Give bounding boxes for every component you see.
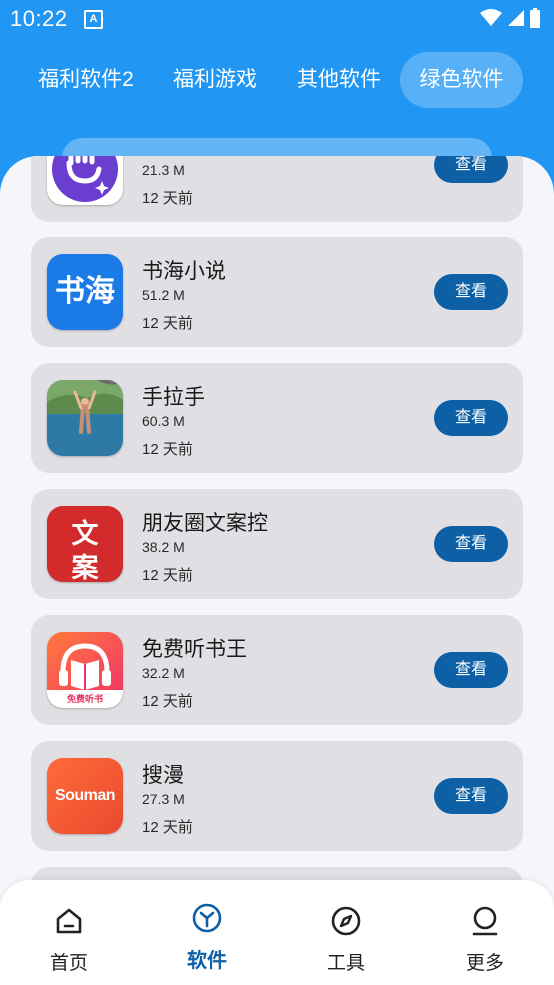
nav-software-label: 软件 [187, 950, 227, 972]
app-updated-time: 12 天前 [142, 441, 193, 458]
bottom-nav: 首页 软件 工具 更多 [0, 880, 554, 985]
app-list: 21.3 M 12 天前 查看 书海 书海小说 51.2 M 12 天前 查看 [0, 156, 554, 985]
app-name: 书海小说 [142, 260, 226, 283]
app-updated-time: 12 天前 [142, 819, 193, 836]
shuhai-icon: 书海 [47, 254, 123, 330]
home-icon [56, 908, 82, 934]
tab-green-software[interactable]: 绿色软件 [400, 52, 523, 108]
nav-home[interactable]: 首页 [0, 880, 138, 985]
souman-icon-text: Souman [54, 787, 116, 804]
nav-home-label: 首页 [49, 953, 88, 974]
nav-more-label: 更多 [465, 953, 504, 974]
view-button[interactable]: 查看 [434, 526, 508, 562]
tab-fuli-software-2[interactable]: 福利软件2 [24, 52, 148, 108]
app-updated-time: 12 天前 [142, 190, 193, 207]
compass-icon [331, 906, 361, 936]
cube-icon [192, 903, 222, 933]
category-tabs: 福利软件2 福利游戏 其他软件 绿色软件 [0, 52, 554, 108]
app-name: 搜漫 [142, 764, 184, 787]
app-size: 38.2 M [142, 539, 185, 555]
app-card[interactable]: 手拉手 60.3 M 12 天前 查看 [31, 363, 523, 473]
view-button[interactable]: 查看 [434, 156, 508, 183]
app-updated-time: 12 天前 [142, 693, 193, 710]
wenan-icon-text-2: 案 [71, 553, 99, 582]
tab-fuli-games[interactable]: 福利游戏 [158, 52, 272, 108]
wenan-icon: 文 案 [47, 506, 123, 582]
status-time: 10:22 [10, 6, 68, 31]
app-name: 免费听书王 [142, 638, 247, 661]
battery-icon [530, 8, 540, 28]
headphone-book-icon-text: 免费听书 [66, 694, 103, 704]
hand-sparkle-icon [47, 156, 123, 205]
app-card[interactable]: 书海 书海小说 51.2 M 12 天前 查看 [31, 237, 523, 347]
wifi-icon [480, 9, 502, 26]
notification-a-icon: A [84, 10, 103, 29]
nav-software[interactable]: 软件 [138, 880, 276, 985]
app-card[interactable]: 文 案 朋友圈文案控 38.2 M 12 天前 查看 [31, 489, 523, 599]
photo-person-icon [47, 380, 123, 456]
app-card[interactable]: 21.3 M 12 天前 查看 [31, 156, 523, 222]
souman-icon: Souman [47, 758, 123, 834]
app-card[interactable]: 免费听书 免费听书王 32.2 M 12 天前 查看 [31, 615, 523, 725]
shuhai-icon-text: 书海 [55, 274, 115, 309]
nav-tools-label: 工具 [326, 953, 365, 974]
status-indicators [480, 8, 540, 28]
headphone-book-icon: 免费听书 [47, 632, 123, 708]
nav-more[interactable]: 更多 [416, 880, 554, 985]
app-updated-time: 12 天前 [142, 567, 193, 584]
app-size: 32.2 M [142, 665, 185, 681]
app-size: 27.3 M [142, 791, 185, 807]
status-bar: 10:22 A [0, 0, 554, 38]
view-button[interactable]: 查看 [434, 400, 508, 436]
app-size: 51.2 M [142, 287, 185, 303]
view-button[interactable]: 查看 [434, 274, 508, 310]
tab-other-software[interactable]: 其他软件 [282, 52, 396, 108]
app-size: 60.3 M [142, 413, 185, 429]
app-card[interactable]: Souman 搜漫 27.3 M 12 天前 查看 [31, 741, 523, 851]
app-updated-time: 12 天前 [142, 315, 193, 332]
view-button[interactable]: 查看 [434, 778, 508, 814]
app-name: 朋友圈文案控 [142, 512, 268, 535]
app-size: 21.3 M [142, 162, 185, 178]
app-name: 手拉手 [142, 386, 205, 409]
nav-tools[interactable]: 工具 [277, 880, 415, 985]
signal-icon [508, 10, 524, 26]
view-button[interactable]: 查看 [434, 652, 508, 688]
person-icon [472, 906, 498, 936]
